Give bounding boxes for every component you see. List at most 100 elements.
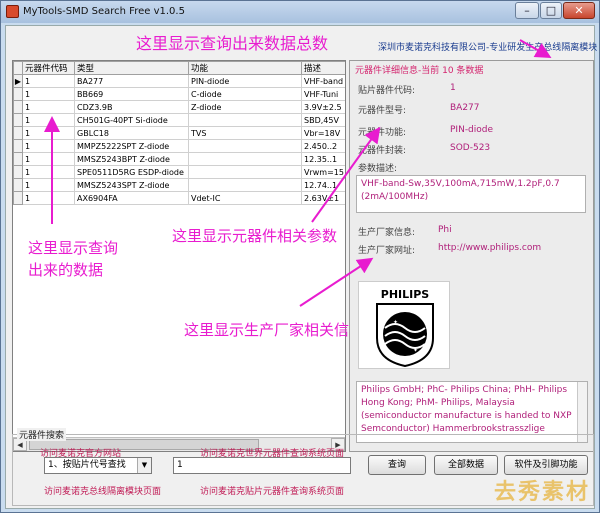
table-row[interactable]: 1 GBLC18 TVS Vbr=18V: [13, 126, 345, 140]
function-value: PIN-diode: [450, 125, 494, 135]
row-selector[interactable]: [13, 191, 23, 205]
annotation-data-2: 出来的数据: [28, 261, 104, 279]
all-data-button[interactable]: 全部数据: [434, 455, 498, 475]
row-selector[interactable]: [13, 178, 23, 192]
close-button[interactable]: ✕: [563, 2, 595, 19]
cell-desc[interactable]: 12.35..1: [301, 152, 345, 166]
cell-function[interactable]: PIN-diode: [188, 74, 302, 88]
cell-function[interactable]: Vdet-IC: [188, 191, 302, 205]
maker-value: Phi: [438, 225, 452, 235]
link-bus-module[interactable]: 访问麦诺克总线隔离模块页面: [44, 484, 161, 497]
table-row[interactable]: 1 MMSZ5243BPT Z-diode 12.35..1: [13, 152, 345, 166]
minimize-button[interactable]: –: [515, 2, 539, 19]
table-row[interactable]: 1 CDZ3.9B Z-diode 3.9V±2.5: [13, 100, 345, 114]
app-window: MyTools-SMD Search Free v1.0.5 – □ ✕ 这里显…: [0, 0, 600, 513]
cell-function[interactable]: Z-diode: [188, 100, 302, 114]
cell-code[interactable]: 1: [22, 165, 75, 179]
table-row[interactable]: 1 MMSZ5243SPT Z-diode 12.74..1: [13, 178, 345, 192]
search-input[interactable]: 1: [173, 457, 351, 474]
cell-code[interactable]: 1: [22, 87, 75, 101]
svg-text:✦: ✦: [413, 347, 418, 354]
row-selector[interactable]: [13, 126, 23, 140]
row-selector[interactable]: [13, 152, 23, 166]
cell-function[interactable]: [188, 139, 302, 153]
annotation-maker: 这里显示生产厂家相关信息: [184, 321, 365, 339]
empty-row: [14, 283, 346, 296]
cell-desc[interactable]: SBD,45V: [301, 113, 345, 127]
col-header-code[interactable]: 元器件代码: [22, 61, 75, 75]
cell-type[interactable]: MMSZ5243BPT Z-diode: [74, 152, 189, 166]
table-row[interactable]: 1 MMPZ5222SPT Z-diode 2.450..2: [13, 139, 345, 153]
about-button[interactable]: 软件及引脚功能: [504, 455, 588, 475]
maker-info-scrollbar[interactable]: [577, 382, 587, 442]
maker-label: 生产厂家信息:: [358, 228, 416, 238]
col-header-function[interactable]: 功能: [188, 61, 302, 75]
table-row[interactable]: 1 BB669 C-diode VHF-Tuni: [13, 87, 345, 101]
chevron-down-icon[interactable]: ▼: [137, 458, 151, 473]
svg-text:✦: ✦: [393, 319, 398, 326]
cell-function[interactable]: C-diode: [188, 87, 302, 101]
cell-desc[interactable]: 2.63V±1: [301, 191, 345, 205]
empty-row: [14, 348, 346, 361]
row-selector[interactable]: [13, 87, 23, 101]
cell-code[interactable]: 1: [22, 113, 75, 127]
row-selector[interactable]: [13, 165, 23, 179]
cell-function[interactable]: [188, 165, 302, 179]
cell-code[interactable]: 1: [22, 139, 75, 153]
row-selector[interactable]: [13, 139, 23, 153]
annotation-params: 这里显示元器件相关参数: [172, 227, 338, 245]
cell-type[interactable]: GBLC18: [74, 126, 189, 140]
current-row-indicator-icon[interactable]: ▶: [13, 74, 23, 88]
code-label: 贴片器件代码:: [358, 86, 416, 96]
table-row[interactable]: 1 AX6904FA Vdet-IC 2.63V±1: [13, 191, 345, 205]
cell-code[interactable]: 1: [22, 152, 75, 166]
cell-code[interactable]: 1: [22, 191, 75, 205]
link-smd-search[interactable]: 访问麦诺克贴片元器件查询系统页面: [200, 484, 344, 497]
cell-type[interactable]: CDZ3.9B: [74, 100, 189, 114]
cell-code[interactable]: 1: [22, 74, 75, 88]
cell-code[interactable]: 1: [22, 178, 75, 192]
cell-function[interactable]: [188, 152, 302, 166]
table-row[interactable]: 1 CH501G-40PT Si-diode SBD,45V: [13, 113, 345, 127]
detail-header: 元器件详细信息-当前 10 条数据: [355, 66, 484, 76]
maximize-button[interactable]: □: [540, 2, 562, 19]
cell-type[interactable]: CH501G-40PT Si-diode: [74, 113, 189, 127]
row-selector[interactable]: [13, 100, 23, 114]
cell-type[interactable]: BA277: [74, 74, 189, 88]
cell-code[interactable]: 1: [22, 100, 75, 114]
empty-row: [14, 205, 346, 218]
cell-function[interactable]: [188, 113, 302, 127]
cell-desc[interactable]: 12.74..1: [301, 178, 345, 192]
cell-type[interactable]: AX6904FA: [74, 191, 189, 205]
row-selector[interactable]: [13, 113, 23, 127]
cell-desc[interactable]: Vbr=18V: [301, 126, 345, 140]
cell-type[interactable]: MMSZ5243SPT Z-diode: [74, 178, 189, 192]
empty-row: [14, 296, 346, 309]
cell-type[interactable]: MMPZ5222SPT Z-diode: [74, 139, 189, 153]
cell-function[interactable]: TVS: [188, 126, 302, 140]
code-value: 1: [450, 83, 456, 93]
col-header-desc[interactable]: 描述: [301, 61, 345, 75]
cell-desc[interactable]: Vrwm=15: [301, 165, 345, 179]
logo-wordmark: PHILIPS: [381, 288, 430, 301]
grid-corner: [13, 61, 23, 75]
cell-type[interactable]: SPE0511D5RG ESDP-diode: [74, 165, 189, 179]
cell-desc[interactable]: VHF-band: [301, 74, 345, 88]
cell-desc[interactable]: 3.9V±2.5: [301, 100, 345, 114]
desc-textbox[interactable]: VHF-band-Sw,35V,100mA,715mW,1.2pF,0.7 (2…: [356, 175, 586, 213]
table-row[interactable]: ▶ 1 BA277 PIN-diode VHF-band: [13, 74, 345, 88]
site-link[interactable]: http://www.philips.com: [438, 243, 541, 253]
title-bar[interactable]: MyTools-SMD Search Free v1.0.5 – □ ✕: [1, 1, 599, 23]
cell-function[interactable]: [188, 178, 302, 192]
cell-type[interactable]: BB669: [74, 87, 189, 101]
function-label: 元器件功能:: [358, 128, 407, 138]
company-link[interactable]: 深圳市麦诺克科技有限公司-专业研发生产总线隔离模块: [378, 40, 597, 53]
cell-desc[interactable]: 2.450..2: [301, 139, 345, 153]
cell-desc[interactable]: VHF-Tuni: [301, 87, 345, 101]
search-button[interactable]: 查询: [368, 455, 426, 475]
cell-code[interactable]: 1: [22, 126, 75, 140]
watermark: 去秀素材: [493, 480, 590, 505]
search-mode-select[interactable]: 1、按贴片代号查找 ▼: [44, 457, 152, 474]
col-header-type[interactable]: 类型: [74, 61, 189, 75]
table-row[interactable]: 1 SPE0511D5RG ESDP-diode Vrwm=15: [13, 165, 345, 179]
